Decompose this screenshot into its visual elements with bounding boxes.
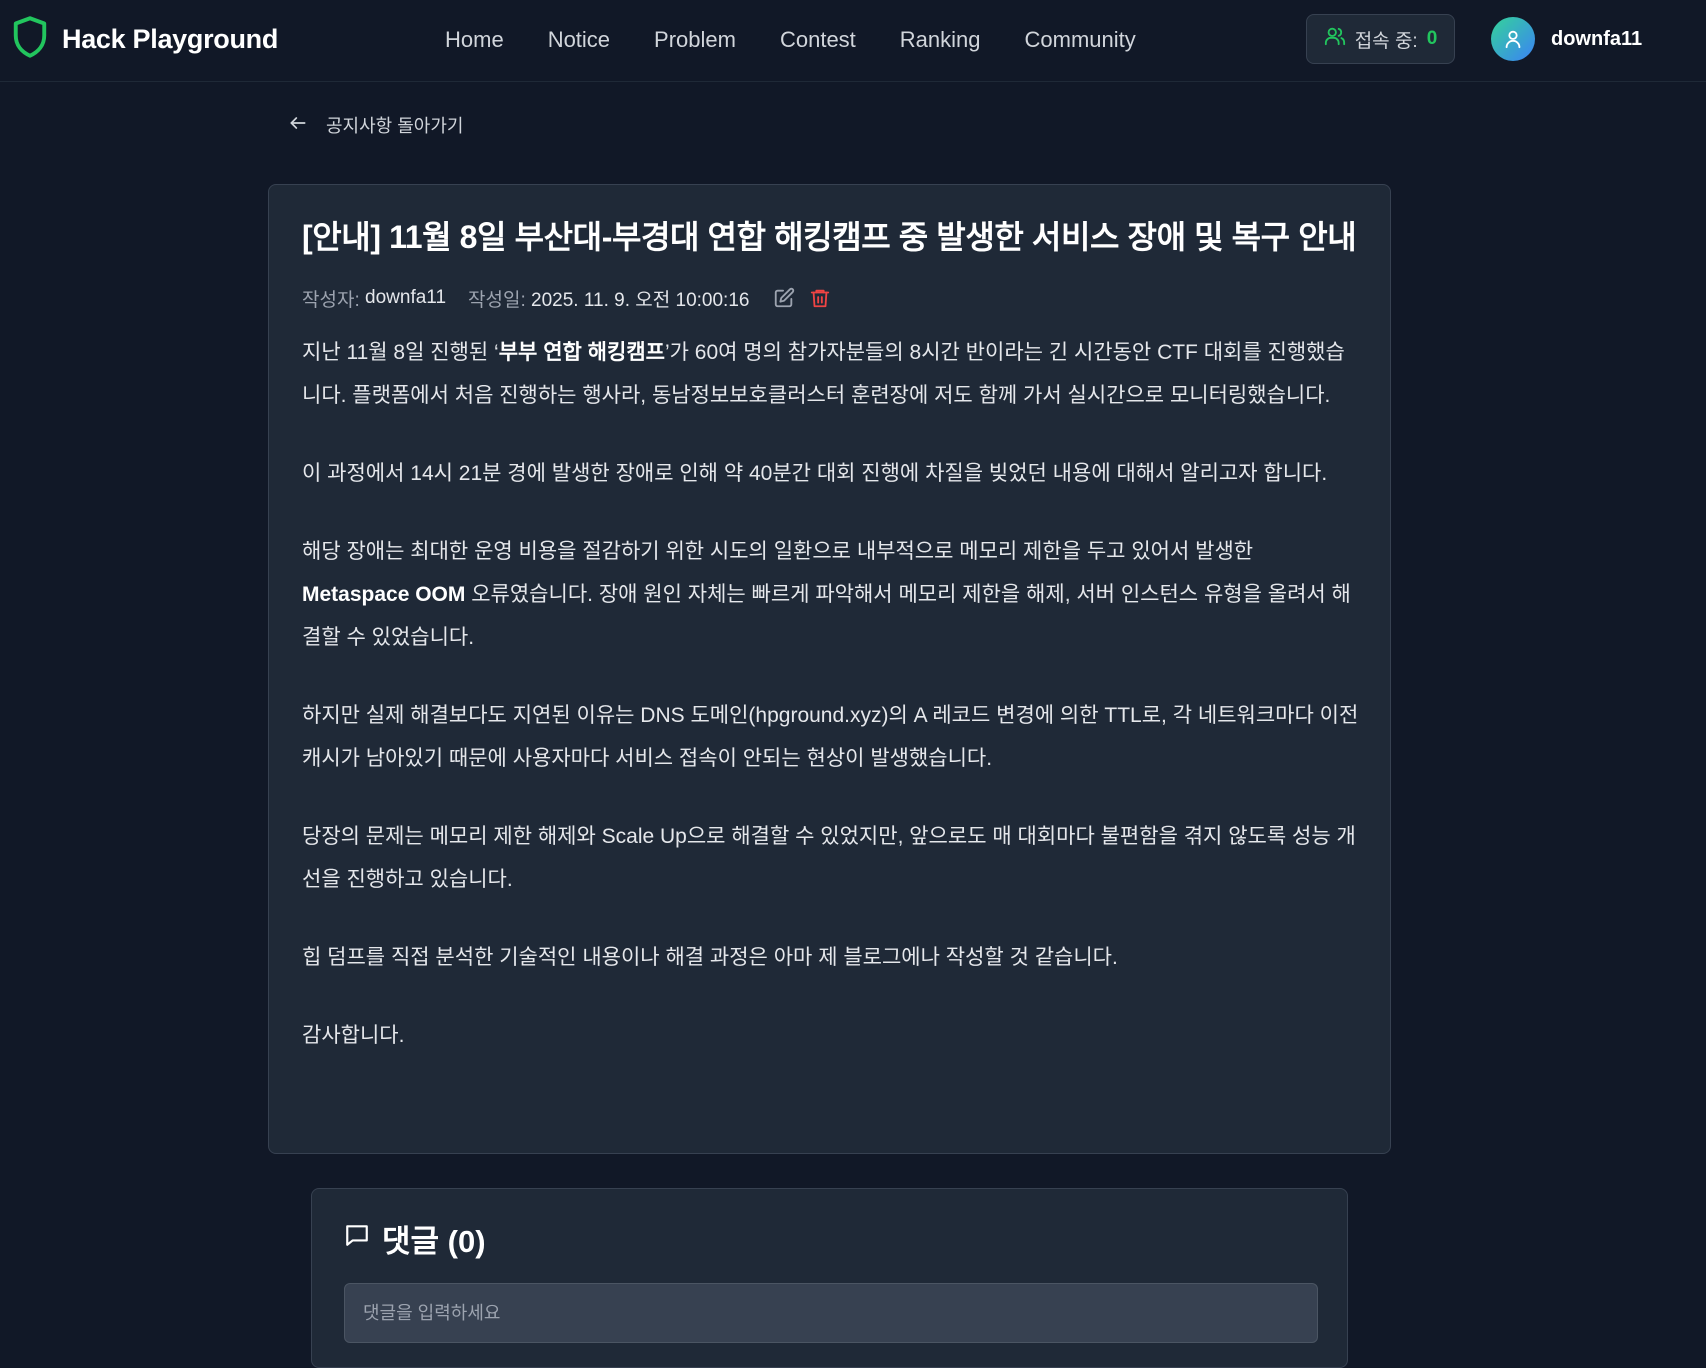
- post-body: 지난 11월 8일 진행된 ‘부부 연합 해킹캠프’가 60여 명의 참가자분들…: [302, 331, 1362, 1057]
- post-meta: 작성자: downfa11 작성일: 2025. 11. 9. 오전 10:00…: [302, 283, 1358, 313]
- online-users-badge: 접속 중: 0: [1306, 14, 1455, 64]
- delete-post-button[interactable]: [807, 285, 833, 311]
- nav-community[interactable]: Community: [1025, 27, 1136, 53]
- users-icon: [1324, 25, 1346, 53]
- user-icon: [1505, 30, 1521, 49]
- notice-article: [안내] 11월 8일 부산대-부경대 연합 해킹캠프 중 발생한 서비스 장애…: [268, 184, 1391, 1154]
- author-name: downfa11: [365, 287, 447, 308]
- brand-logo-link[interactable]: Hack Playground: [12, 15, 279, 63]
- comment-input[interactable]: [344, 1283, 1318, 1343]
- post-paragraph: 힙 덤프를 직접 분석한 기술적인 내용이나 해결 과정은 아마 제 블로그에나…: [302, 946, 1118, 969]
- post-paragraph: 해당 장애는 최대한 운영 비용을 절감하기 위한 시도의 일환으로 내부적으로…: [302, 540, 1351, 649]
- post-paragraph: 이 과정에서 14시 21분 경에 발생한 장애로 인해 약 40분간 대회 진…: [302, 462, 1328, 485]
- nav-home[interactable]: Home: [445, 27, 504, 53]
- username: downfa11: [1551, 27, 1643, 50]
- comments-title: 댓글 (0): [382, 1223, 486, 1259]
- date-label: 작성일:: [468, 289, 526, 311]
- main-nav: Home Notice Problem Contest Ranking Comm…: [445, 22, 1136, 58]
- post-paragraph: 지난 11월 8일 진행된 ‘부부 연합 해킹캠프’가 60여 명의 참가자분들…: [302, 341, 1345, 407]
- nav-problem[interactable]: Problem: [654, 27, 736, 53]
- avatar: [1491, 17, 1535, 61]
- shield-icon: [12, 15, 48, 63]
- post-title: [안내] 11월 8일 부산대-부경대 연합 해킹캠프 중 발생한 서비스 장애…: [302, 219, 1357, 255]
- edit-post-button[interactable]: [771, 285, 797, 311]
- trash-icon: [811, 289, 830, 308]
- comments-section: 댓글 (0): [311, 1188, 1348, 1368]
- online-count: 0: [1426, 28, 1438, 49]
- edit-icon: [775, 287, 795, 308]
- post-date: 2025. 11. 9. 오전 10:00:16: [531, 289, 750, 311]
- post-paragraph: 하지만 실제 해결보다도 지연된 이유는 DNS 도메인(hpground.xy…: [302, 704, 1359, 770]
- nav-contest[interactable]: Contest: [780, 27, 856, 53]
- arrow-left-icon: [288, 113, 308, 138]
- message-icon: [344, 1220, 370, 1256]
- post-paragraph: 당장의 문제는 메모리 제한 해제와 Scale Up으로 해결할 수 있었지만…: [302, 825, 1356, 891]
- back-link-label: 공지사항 돌아가기: [326, 116, 464, 136]
- top-navbar: Hack Playground Home Notice Problem Cont…: [0, 0, 1706, 82]
- author-label: 작성자:: [302, 289, 360, 311]
- online-label: 접속 중:: [1354, 30, 1418, 52]
- brand-name: Hack Playground: [62, 23, 279, 54]
- nav-ranking[interactable]: Ranking: [900, 27, 981, 53]
- nav-notice[interactable]: Notice: [548, 27, 610, 53]
- post-paragraph: 감사합니다.: [302, 1024, 405, 1047]
- back-to-notices-link[interactable]: 공지사항 돌아가기: [288, 110, 463, 140]
- comments-header: 댓글 (0): [344, 1215, 1315, 1261]
- user-menu[interactable]: downfa11: [1491, 17, 1642, 61]
